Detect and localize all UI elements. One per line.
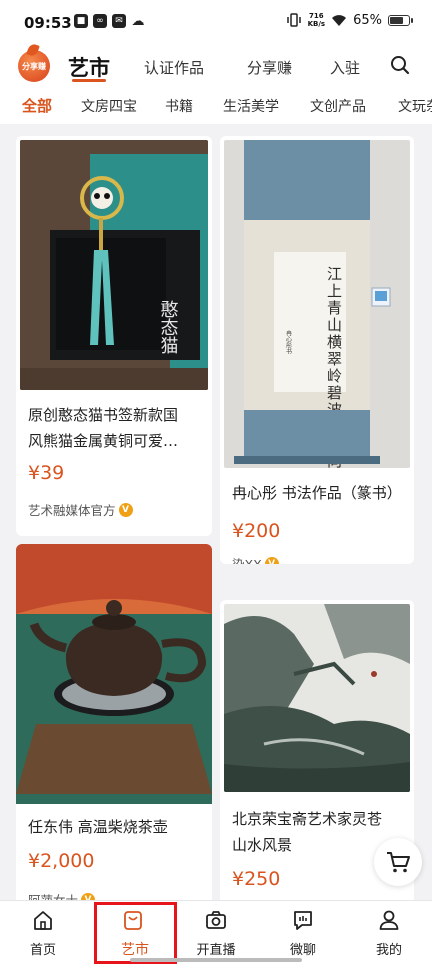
category-lifestyle[interactable]: 生活美学	[223, 96, 279, 116]
product-card[interactable]: 任东伟 高温柴烧茶壶 ¥2,000 阿萍女士 V	[16, 544, 212, 900]
product-seller[interactable]: 染XX V	[232, 554, 279, 564]
vibrate-icon	[286, 13, 301, 27]
verified-badge-icon: V	[118, 502, 133, 517]
product-price: ¥200	[232, 520, 281, 542]
status-right: 716 KB/s 65%	[286, 12, 413, 28]
nav-go-live[interactable]: 开直播	[173, 901, 259, 964]
notification-link-icon: ∞	[93, 14, 107, 28]
category-antiques[interactable]: 文玩杂	[398, 96, 432, 116]
product-image-teapot	[16, 544, 212, 804]
category-stationery[interactable]: 文房四宝	[81, 96, 137, 116]
verified-badge-icon: V	[81, 892, 96, 900]
product-seller[interactable]: 阿萍女士 V	[28, 890, 96, 900]
top-header: 分享赚 艺市 认证作品 分享赚 入驻	[0, 46, 432, 88]
network-speed: 716 KB/s	[307, 12, 326, 28]
chat-icon	[294, 911, 312, 930]
notification-wechat-icon: ☁	[131, 13, 145, 29]
product-image-landscape	[224, 604, 410, 792]
product-price: ¥39	[28, 462, 65, 484]
app-logo[interactable]: 分享赚	[18, 50, 50, 82]
camera-icon	[206, 911, 226, 929]
tab-certified-works[interactable]: 认证作品	[144, 57, 204, 78]
wifi-icon	[332, 14, 347, 26]
product-seller[interactable]: 艺术融媒体官方 V	[28, 500, 133, 519]
home-indicator[interactable]	[130, 958, 302, 962]
category-bar: 全部 文房四宝 书籍 生活美学 文创产品 文玩杂	[0, 88, 432, 124]
category-cultural-products[interactable]: 文创产品	[310, 96, 366, 116]
notification-icons: ■ ∞ ✉ ☁	[74, 13, 145, 29]
product-title: 原创憨态猫书签新款国 风熊猫金属黄铜可爱…	[28, 406, 179, 450]
nav-home[interactable]: 首页	[0, 901, 86, 964]
category-books[interactable]: 书籍	[165, 96, 193, 116]
cart-icon	[387, 852, 410, 873]
active-tab-highlight	[94, 902, 177, 964]
home-icon	[34, 911, 52, 930]
nav-chat[interactable]: 微聊	[260, 901, 346, 964]
nav-profile[interactable]: 我的	[346, 901, 432, 964]
user-icon	[379, 910, 399, 930]
product-feed: 憨态猫 原创憨态猫书签新款国 风熊猫金属黄铜可爱… ¥39 艺术融媒体官方 V …	[0, 124, 432, 900]
battery-icon	[388, 14, 413, 26]
category-all[interactable]: 全部	[22, 95, 52, 116]
app-logo-text: 分享赚	[22, 61, 46, 71]
notification-mail-icon: ✉	[112, 14, 126, 28]
product-price: ¥2,000	[28, 850, 95, 872]
product-card[interactable]: 憨态猫 原创憨态猫书签新款国 风熊猫金属黄铜可爱… ¥39 艺术融媒体官方 V	[16, 136, 212, 536]
product-title: 冉心彤 书法作品（篆书）	[232, 484, 402, 502]
bookmark-box-label: 憨态猫	[158, 300, 179, 354]
bottom-nav: 首页 艺市 开直播 微聊 我的	[0, 900, 432, 964]
product-price: ¥250	[232, 868, 281, 890]
product-title: 北京荣宝斋艺术家灵苍 山水风景	[232, 810, 383, 854]
search-icon[interactable]	[390, 55, 410, 75]
tab-yishi[interactable]: 艺市	[68, 52, 110, 82]
cart-button[interactable]	[374, 838, 422, 886]
battery-percent: 65%	[353, 12, 382, 28]
active-tab-underline	[72, 79, 106, 82]
product-image-calligraphy: 江上青山横翠岭碧波一曲向东流 冉心彤书	[224, 140, 410, 468]
product-card[interactable]: 江上青山横翠岭碧波一曲向东流 冉心彤书 冉心彤 书法作品（篆书） ¥200 染X…	[220, 136, 414, 564]
tab-join[interactable]: 入驻	[330, 57, 360, 78]
status-time: 09:53	[24, 14, 72, 32]
tab-share-earn[interactable]: 分享赚	[247, 57, 292, 78]
verified-badge-icon: V	[264, 556, 279, 564]
status-bar: 09:53 ■ ∞ ✉ ☁ 716 KB/s 65%	[0, 0, 432, 46]
notification-app-icon: ■	[74, 14, 88, 28]
calligraphy-signature: 冉心彤书	[285, 329, 292, 355]
product-image-bookmark: 憨态猫	[20, 140, 208, 390]
product-title: 任东伟 高温柴烧茶壶	[28, 818, 168, 836]
